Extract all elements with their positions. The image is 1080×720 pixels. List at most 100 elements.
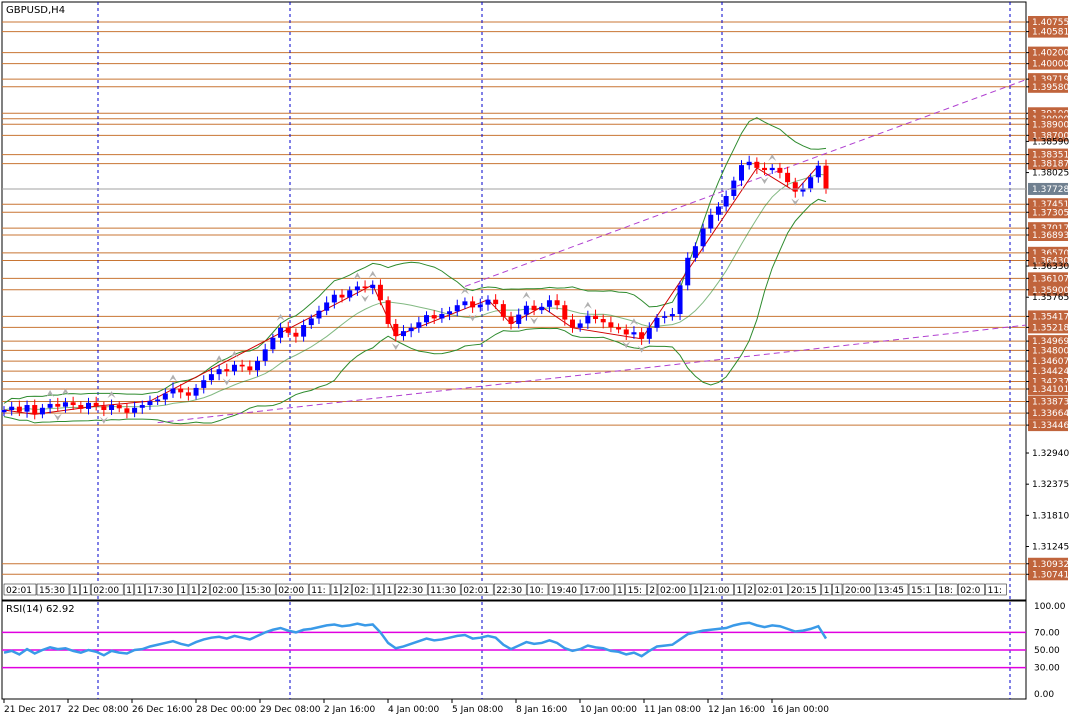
session-tag-label: 11:30 — [430, 586, 456, 596]
candle-body — [70, 402, 76, 406]
price-tick-label: 1.38590 — [1032, 137, 1069, 147]
candle-body — [124, 408, 130, 413]
session-tag-label: 19:40 — [551, 586, 577, 596]
time-tick-label: 28 Dec 00:00 — [196, 705, 257, 715]
time-tick-label: 16 Jan 00:00 — [772, 705, 829, 715]
candle-body — [477, 304, 483, 308]
price-tick-label: 1.33664 — [1032, 409, 1069, 419]
price-tick-label: 1.39580 — [1032, 83, 1069, 93]
price-tick-label: 1.30932 — [1032, 560, 1069, 570]
candle-body — [24, 405, 30, 412]
candle-body — [577, 323, 583, 328]
price-tick-label: 1.36330 — [1032, 262, 1069, 272]
time-tick-label: 5 Jan 08:00 — [452, 705, 504, 715]
session-tag-label: 1 — [693, 586, 699, 596]
session-tag-label: 15:1 — [911, 586, 931, 596]
candle-body — [500, 304, 506, 317]
time-tick-label: 4 Jan 00:00 — [388, 705, 440, 715]
candle-body — [416, 322, 422, 328]
session-tag-label: 13:45 — [878, 586, 904, 596]
candle-body — [700, 228, 706, 247]
candle-body — [208, 374, 214, 381]
candle-body — [400, 331, 406, 337]
rsi-level-label: 70.00 — [1034, 628, 1060, 638]
session-tag-label: 1 — [376, 586, 382, 596]
candle-body — [139, 405, 145, 408]
price-chart[interactable]: 02:01 15:30 1 1 02:00 1 1 17:30 1 1 2 02:00 15:30 02:… — [0, 0, 1080, 720]
session-tag-label: 1 — [333, 586, 339, 596]
candle-body — [669, 314, 675, 317]
rsi-level-label: 30.00 — [1034, 664, 1060, 674]
price-tick-label: 1.33873 — [1032, 398, 1069, 408]
candle-body — [86, 402, 92, 409]
session-tag-label: 1 — [137, 586, 143, 596]
price-tick-label: 1.33446 — [1032, 421, 1069, 431]
price-tick-label: 1.38900 — [1032, 120, 1069, 130]
candle-body — [785, 172, 791, 183]
candle-body — [308, 318, 314, 326]
session-tag-label: 2 — [747, 586, 753, 596]
candle-body — [639, 332, 645, 339]
candle-body — [562, 305, 568, 320]
time-tick-label: 21 Dec 2017 — [4, 705, 62, 715]
candle-body — [224, 369, 230, 372]
candle-body — [692, 246, 698, 258]
session-tag-strip: 02:01 15:30 1 1 02:00 1 1 17:30 1 1 2 02:00 15:30 02:… — [3, 583, 1007, 596]
session-tag-label: 1 — [191, 586, 197, 596]
candle-body — [677, 285, 683, 315]
time-tick-label: 22 Dec 08:00 — [68, 705, 129, 715]
candle-body — [109, 405, 115, 410]
session-tag-label: 10: — [529, 586, 543, 596]
candle-body — [101, 406, 107, 410]
candle-body — [485, 299, 491, 305]
candle-body — [823, 165, 829, 190]
price-tick-label: 1.40581 — [1032, 28, 1069, 38]
session-tag-label: 15:30 — [245, 586, 271, 596]
candle-body — [247, 366, 253, 371]
candle-body — [523, 305, 529, 315]
price-tick-label: 1.32375 — [1032, 480, 1069, 490]
session-tag-label: 11: — [988, 586, 1002, 596]
candle-body — [347, 290, 353, 298]
session-tag-label: 15:30 — [39, 586, 65, 596]
candle-body — [516, 314, 522, 324]
candle-body — [569, 319, 575, 328]
session-tag-label: 15: — [628, 586, 642, 596]
time-tick-label: 12 Jan 16:00 — [708, 705, 765, 715]
price-tick-label: 1.31245 — [1032, 542, 1069, 552]
session-tag-label: 20:00 — [845, 586, 871, 596]
session-tag-label: 1 — [387, 586, 393, 596]
time-tick-label: 10 Jan 00:00 — [580, 705, 637, 715]
candle-body — [301, 325, 307, 337]
candle-body — [170, 388, 176, 394]
chart-background — [0, 0, 1080, 720]
candle-body — [270, 337, 276, 350]
candle-body — [78, 405, 84, 409]
candle-body — [278, 327, 284, 338]
candle-body — [316, 310, 322, 319]
price-tick-label: 1.34101 — [1032, 385, 1069, 395]
candle-body — [462, 301, 468, 306]
session-tag-label: 1 — [126, 586, 132, 596]
candle-body — [731, 180, 737, 197]
session-tag-label: 2 — [202, 586, 208, 596]
candle-body — [431, 315, 437, 319]
candle-body — [631, 332, 637, 335]
price-tick-label: 1.40200 — [1032, 49, 1069, 59]
candle-body — [231, 364, 237, 372]
time-tick-label: 29 Dec 08:00 — [260, 705, 321, 715]
candle-body — [662, 316, 668, 318]
session-tag-label: 22:30 — [397, 586, 423, 596]
time-tick-label: 26 Dec 16:00 — [132, 705, 193, 715]
candle-body — [324, 302, 330, 311]
candle-body — [546, 300, 552, 307]
candle-body — [531, 305, 537, 311]
candle-body — [646, 327, 652, 339]
candle-body — [162, 393, 168, 400]
candle-body — [554, 300, 560, 306]
price-tick-label: 1.40000 — [1032, 60, 1069, 70]
price-tick-label: 1.35417 — [1032, 312, 1069, 322]
candle-body — [370, 284, 376, 289]
candle-body — [377, 284, 383, 301]
session-tag-label: 1 — [72, 586, 78, 596]
